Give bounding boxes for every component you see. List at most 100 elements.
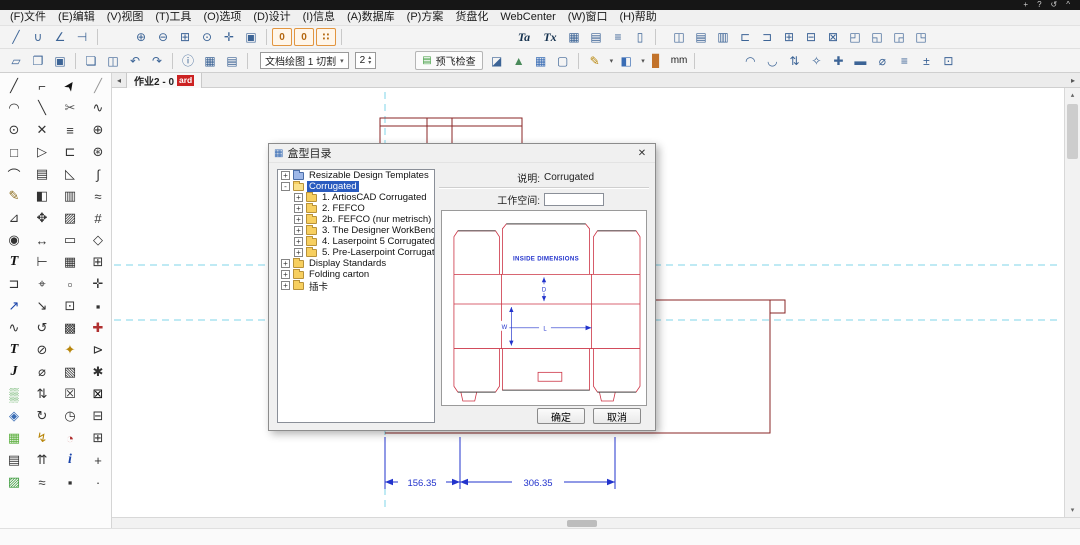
rows-tool[interactable]: ▥ (56, 185, 84, 207)
loop-tool[interactable]: ↺ (28, 317, 56, 339)
zoom-previous-icon[interactable]: ⊙ (197, 28, 217, 46)
corner-tool[interactable]: ⌐ (28, 75, 56, 97)
fill-style-button-dropdown[interactable]: ◧▾ (615, 52, 645, 70)
radius-zero-button[interactable]: 0 (294, 28, 314, 46)
tree-item[interactable]: +3. The Designer WorkBench (278, 225, 434, 236)
stretch-tool[interactable]: ↔ (28, 229, 56, 251)
layers-panel-icon[interactable]: ▤ (691, 28, 711, 46)
align-left-icon[interactable]: ⊏ (735, 28, 755, 46)
list-tool[interactable]: ≡ (56, 119, 84, 141)
tree-item[interactable]: +5. Pre-Laserpoint Corrugated (278, 247, 434, 258)
tree-expander-icon[interactable]: + (294, 237, 303, 246)
menu-item-design[interactable]: (D)设计 (247, 10, 296, 25)
diameter-tool[interactable]: ⌀ (28, 361, 56, 383)
table-text-tool[interactable]: Ta (512, 28, 536, 46)
group-icon[interactable]: ⊞ (779, 28, 799, 46)
point-circle-tool[interactable]: ◉ (0, 229, 28, 251)
print-preview-button[interactable]: ◫ (103, 52, 123, 70)
mirror-tool[interactable]: ◧ (28, 185, 56, 207)
tack-tool[interactable]: ⊢ (28, 251, 56, 273)
tab-scroll-right-icon[interactable]: ▸ (1066, 76, 1080, 85)
report-icon[interactable]: ≡ (608, 28, 628, 46)
slash-circle-tool[interactable]: ⊘ (28, 339, 56, 361)
tolerance-icon[interactable]: ± (916, 52, 936, 70)
construction-line-tool[interactable]: ╱ (84, 75, 112, 97)
plus2-tool[interactable]: + (84, 449, 112, 471)
triangle-right-tool[interactable]: ⊳ (84, 339, 112, 361)
diagonal-tool[interactable]: ╲ (28, 97, 56, 119)
open-button[interactable]: ❐ (28, 52, 48, 70)
small-rect-tool[interactable]: ▭ (56, 229, 84, 251)
vertical-scrollbar[interactable]: ▴ ▾ (1064, 88, 1080, 517)
view-ne-icon[interactable]: ◳ (911, 28, 931, 46)
tree-item[interactable]: +4. Laserpoint 5 Corrugated (278, 236, 434, 247)
rows2-tool[interactable]: ▤ (0, 449, 28, 471)
add-icon[interactable]: ✚ (828, 52, 848, 70)
dialog-titlebar[interactable]: ▦ 盒型目录 ✕ (269, 144, 655, 163)
move-tool[interactable]: ✥ (28, 207, 56, 229)
tree-expander-icon[interactable]: + (294, 248, 303, 257)
view-nw-icon[interactable]: ◰ (845, 28, 865, 46)
menu-item-palletization[interactable]: 货盘化 (449, 10, 494, 25)
preflight-button[interactable]: ▤预飞检查 (415, 51, 482, 70)
bracket-tool[interactable]: ⊐ (0, 273, 28, 295)
timer-tool[interactable]: ◔ (56, 427, 84, 449)
triangle-tool[interactable]: ⊿ (0, 207, 28, 229)
text-tool[interactable]: T (0, 251, 28, 273)
fold-tool[interactable]: ≈ (84, 185, 112, 207)
swatch2-tool[interactable]: ▨ (0, 471, 28, 493)
menu-item-help[interactable]: (H)帮助 (614, 10, 663, 25)
document-icon[interactable]: ▯ (630, 28, 650, 46)
shade-tool[interactable]: ▨ (56, 207, 84, 229)
lock-icon[interactable]: ⊠ (823, 28, 843, 46)
tree-expander-icon[interactable]: + (281, 281, 290, 290)
chart-button[interactable]: ▊ (647, 52, 667, 70)
pen-style-button-dropdown[interactable]: ✎▾ (584, 52, 614, 70)
fill-style-button[interactable]: ◧ (616, 52, 636, 70)
pan-icon[interactable]: ✛ (219, 28, 239, 46)
target-tool[interactable]: ⊕ (84, 119, 112, 141)
counter-panel-icon[interactable]: ◫ (669, 28, 689, 46)
green-swatch-tool[interactable]: ▦ (0, 427, 28, 449)
vertical-scroll-thumb[interactable] (1067, 104, 1078, 159)
tree-expander-icon[interactable]: + (294, 204, 303, 213)
ok-button[interactable]: 确定 (537, 408, 585, 424)
menu-item-view[interactable]: (V)视图 (101, 10, 150, 25)
frame-button[interactable]: ▢ (553, 52, 573, 70)
scroll-up-icon[interactable]: ▴ (1065, 88, 1080, 102)
cell-icon[interactable]: ⊡ (938, 52, 958, 70)
zoom-out-icon[interactable]: ⊖ (153, 28, 173, 46)
tree-expander-icon[interactable]: + (294, 226, 303, 235)
shade2-tool[interactable]: ▧ (56, 361, 84, 383)
tree-expander-icon[interactable]: + (281, 171, 290, 180)
align-right-icon[interactable]: ⊐ (757, 28, 777, 46)
tab-scroll-left-icon[interactable]: ◂ (112, 76, 126, 85)
text-tool-button[interactable]: Tx (538, 28, 562, 46)
counter-icon[interactable]: ◡ (762, 52, 782, 70)
window-grid-tool[interactable]: ⊞ (84, 251, 112, 273)
fit-screen-icon[interactable]: ▣ (241, 28, 261, 46)
dotted-box-tool[interactable]: ▫ (56, 273, 84, 295)
diamond-tool[interactable]: ◇ (84, 229, 112, 251)
design-browser-button[interactable]: ▱ (6, 52, 26, 70)
tree-item[interactable]: +Resizable Design Templates (278, 170, 434, 181)
arrow-ne-tool[interactable]: ↗ (0, 295, 28, 317)
rectangle-tool[interactable]: □ (0, 141, 28, 163)
undo-button[interactable]: ↶ (125, 52, 145, 70)
sheet-icon[interactable]: ▦ (564, 28, 584, 46)
tree-item[interactable]: +2. FEFCO (278, 203, 434, 214)
gem-tool[interactable]: ◈ (0, 405, 28, 427)
layer-select[interactable]: 文档绘图 1 切割▾ (260, 52, 349, 69)
layout-icon[interactable]: ▤ (586, 28, 606, 46)
pattern-tool[interactable]: ▒ (0, 383, 28, 405)
tree-expander-icon[interactable]: + (294, 215, 303, 224)
save-button[interactable]: ▣ (50, 52, 70, 70)
menu-item-plan[interactable]: (P)方案 (401, 10, 450, 25)
chamfer-tool[interactable]: ◺ (56, 163, 84, 185)
grid2-tool[interactable]: ⊞ (84, 427, 112, 449)
integral-tool[interactable]: ∫ (84, 163, 112, 185)
tree-item[interactable]: -Corrugated (278, 181, 434, 192)
adjust-tool[interactable]: ▷ (28, 141, 56, 163)
j-text-tool[interactable]: J (0, 361, 28, 383)
tree-item[interactable]: +Folding carton (278, 269, 434, 280)
